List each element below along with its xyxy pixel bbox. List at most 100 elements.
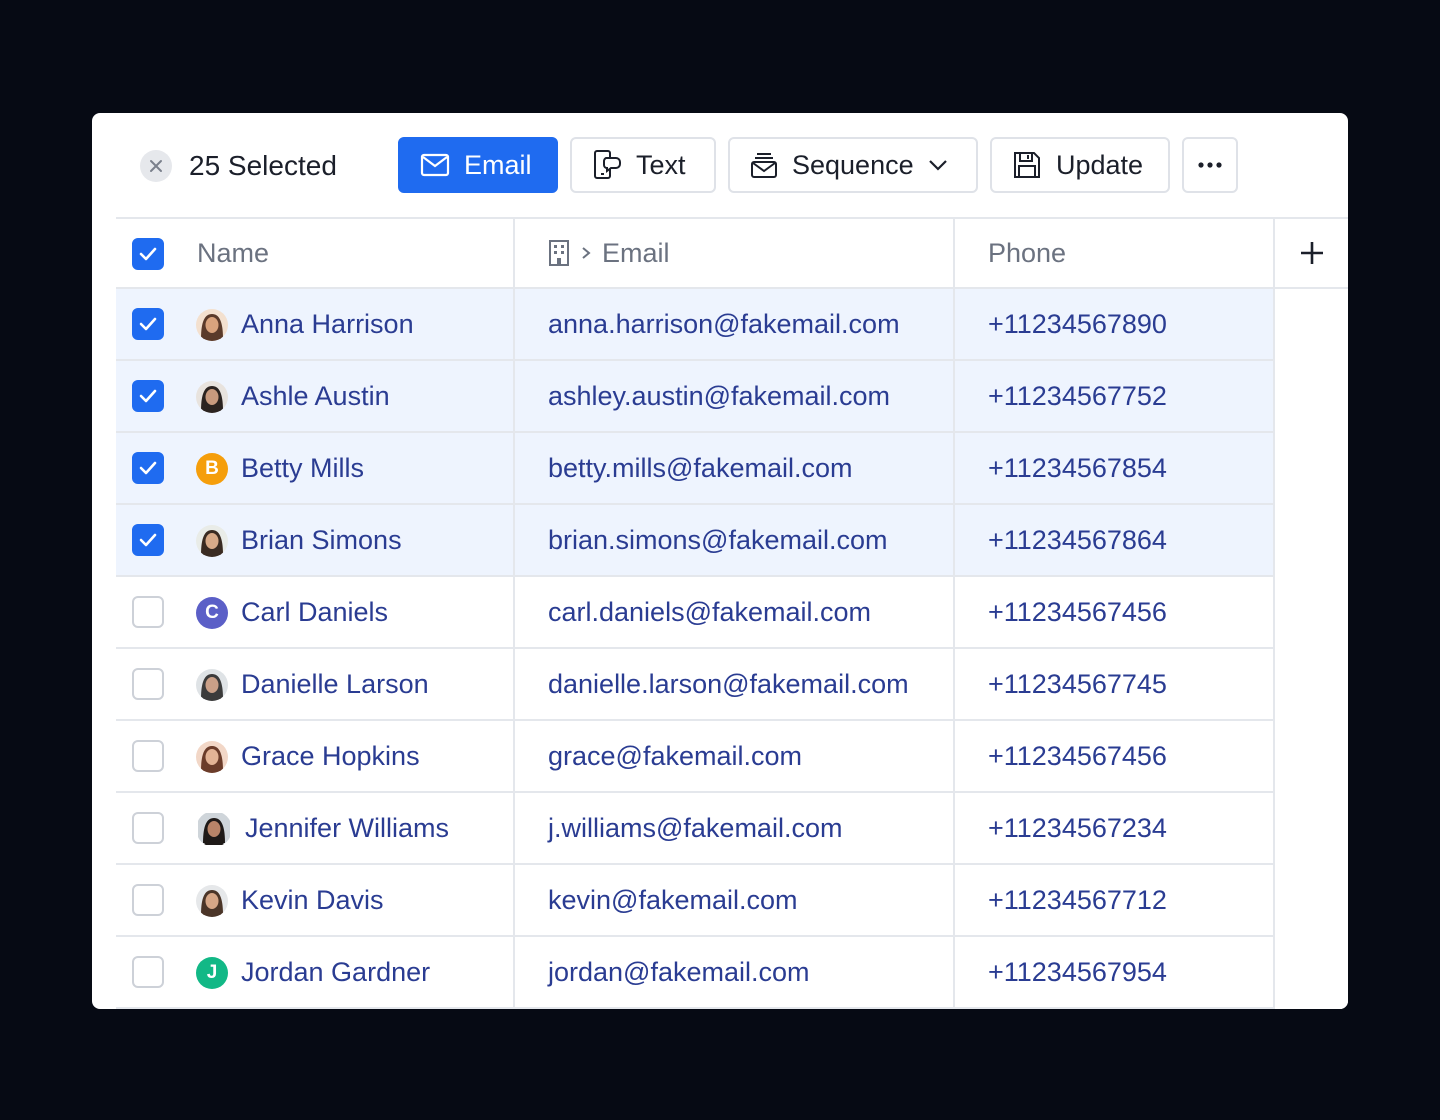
contacts-table: Name Email Phone Anna Harrison anna.harr… <box>116 217 1348 1009</box>
contact-name[interactable]: Ashle Austin <box>241 361 390 431</box>
company-building-icon <box>549 240 569 266</box>
contact-phone[interactable]: +11234567456 <box>988 741 1167 772</box>
row-checkbox[interactable] <box>132 596 164 628</box>
email-button[interactable]: Email <box>398 137 558 193</box>
contact-email[interactable]: betty.mills@fakemail.com <box>548 453 852 484</box>
header-phone-cell: Phone <box>955 219 1275 287</box>
contact-phone[interactable]: +11234567890 <box>988 309 1167 340</box>
contact-phone[interactable]: +11234567864 <box>988 525 1167 556</box>
row-checkbox[interactable] <box>132 740 164 772</box>
text-button[interactable]: Text <box>570 137 716 193</box>
row-checkbox[interactable] <box>132 524 164 556</box>
email-cell: betty.mills@fakemail.com <box>515 433 955 503</box>
row-checkbox[interactable] <box>132 956 164 988</box>
table-row[interactable]: C Carl Daniels carl.daniels@fakemail.com… <box>116 577 1348 649</box>
avatar-photo <box>196 885 228 917</box>
column-header-email[interactable]: Email <box>602 238 670 269</box>
avatar-photo <box>196 741 228 773</box>
contact-name[interactable]: Grace Hopkins <box>241 721 420 791</box>
table-row[interactable]: Ashle Austin ashley.austin@fakemail.com … <box>116 361 1348 433</box>
contact-name[interactable]: Brian Simons <box>241 505 402 575</box>
contact-email[interactable]: brian.simons@fakemail.com <box>548 525 888 556</box>
contact-email[interactable]: grace@fakemail.com <box>548 741 802 772</box>
contact-email[interactable]: ashley.austin@fakemail.com <box>548 381 890 412</box>
name-cell: Grace Hopkins <box>116 721 515 791</box>
contact-email[interactable]: anna.harrison@fakemail.com <box>548 309 900 340</box>
email-cell: kevin@fakemail.com <box>515 865 955 935</box>
contact-name[interactable]: Anna Harrison <box>241 289 414 359</box>
contact-name[interactable]: Kevin Davis <box>241 865 384 935</box>
contact-phone[interactable]: +11234567752 <box>988 381 1167 412</box>
contact-email[interactable]: j.williams@fakemail.com <box>548 813 842 844</box>
contact-email[interactable]: danielle.larson@fakemail.com <box>548 669 909 700</box>
update-button[interactable]: Update <box>990 137 1170 193</box>
name-cell: B Betty Mills <box>116 433 515 503</box>
column-header-phone[interactable]: Phone <box>988 238 1066 269</box>
contact-email[interactable]: carl.daniels@fakemail.com <box>548 597 871 628</box>
clear-selection-button[interactable] <box>140 150 172 182</box>
sequence-inbox-icon <box>751 153 777 178</box>
row-checkbox[interactable] <box>132 380 164 412</box>
phone-cell: +11234567712 <box>955 865 1275 935</box>
contact-email[interactable]: kevin@fakemail.com <box>548 885 798 916</box>
row-checkbox[interactable] <box>132 884 164 916</box>
phone-cell: +11234567456 <box>955 721 1275 791</box>
header-add-cell <box>1275 219 1348 287</box>
email-cell: danielle.larson@fakemail.com <box>515 649 955 719</box>
avatar-initial: C <box>196 597 228 629</box>
table-row[interactable]: B Betty Mills betty.mills@fakemail.com +… <box>116 433 1348 505</box>
table-row[interactable]: Anna Harrison anna.harrison@fakemail.com… <box>116 289 1348 361</box>
table-row[interactable]: Jennifer Williams j.williams@fakemail.co… <box>116 793 1348 865</box>
check-icon <box>139 389 157 403</box>
name-cell: Anna Harrison <box>116 289 515 359</box>
row-checkbox[interactable] <box>132 452 164 484</box>
email-button-label: Email <box>464 149 532 180</box>
row-checkbox[interactable] <box>132 812 164 844</box>
phone-cell: +11234567745 <box>955 649 1275 719</box>
contact-name[interactable]: Danielle Larson <box>241 649 429 719</box>
table-body: Anna Harrison anna.harrison@fakemail.com… <box>116 289 1348 1009</box>
sequence-dropdown[interactable]: Sequence <box>728 137 978 193</box>
table-row[interactable]: Grace Hopkins grace@fakemail.com +112345… <box>116 721 1348 793</box>
table-row[interactable]: Danielle Larson danielle.larson@fakemail… <box>116 649 1348 721</box>
email-cell: grace@fakemail.com <box>515 721 955 791</box>
phone-cell: +11234567234 <box>955 793 1275 863</box>
contact-name[interactable]: Jennifer Williams <box>245 793 449 863</box>
row-checkbox[interactable] <box>132 668 164 700</box>
header-email-cell: Email <box>515 219 955 287</box>
avatar-photo <box>196 525 228 557</box>
bulk-action-toolbar: 25 Selected Email Text Sequence Update <box>92 113 1348 217</box>
table-row[interactable]: Brian Simons brian.simons@fakemail.com +… <box>116 505 1348 577</box>
contact-phone[interactable]: +11234567954 <box>988 957 1167 988</box>
contact-phone[interactable]: +11234567234 <box>988 813 1167 844</box>
chevron-right-icon <box>582 247 591 259</box>
more-actions-button[interactable] <box>1182 137 1238 193</box>
envelope-icon <box>420 153 450 177</box>
contact-name[interactable]: Jordan Gardner <box>241 937 430 1007</box>
contact-name[interactable]: Betty Mills <box>241 433 364 503</box>
table-row[interactable]: J Jordan Gardner jordan@fakemail.com +11… <box>116 937 1348 1009</box>
contact-phone[interactable]: +11234567456 <box>988 597 1167 628</box>
name-cell: Jennifer Williams <box>116 793 515 863</box>
column-header-name[interactable]: Name <box>197 219 269 287</box>
select-all-checkbox[interactable] <box>132 238 164 270</box>
email-cell: ashley.austin@fakemail.com <box>515 361 955 431</box>
name-cell: Kevin Davis <box>116 865 515 935</box>
contact-email[interactable]: jordan@fakemail.com <box>548 957 810 988</box>
chevron-down-icon <box>928 160 947 171</box>
header-name-cell: Name <box>116 219 515 287</box>
sequence-button-label: Sequence <box>792 149 914 180</box>
table-row[interactable]: Kevin Davis kevin@fakemail.com +11234567… <box>116 865 1348 937</box>
contact-phone[interactable]: +11234567745 <box>988 669 1167 700</box>
avatar-initial: B <box>196 453 228 485</box>
row-checkbox[interactable] <box>132 308 164 340</box>
phone-cell: +11234567456 <box>955 577 1275 647</box>
contact-phone[interactable]: +11234567854 <box>988 453 1167 484</box>
avatar-photo <box>196 309 228 341</box>
phone-cell: +11234567890 <box>955 289 1275 359</box>
plus-icon <box>1300 242 1323 264</box>
phone-cell: +11234567854 <box>955 433 1275 503</box>
add-column-button[interactable] <box>1292 233 1332 273</box>
contact-phone[interactable]: +11234567712 <box>988 885 1167 916</box>
contact-name[interactable]: Carl Daniels <box>241 577 388 647</box>
